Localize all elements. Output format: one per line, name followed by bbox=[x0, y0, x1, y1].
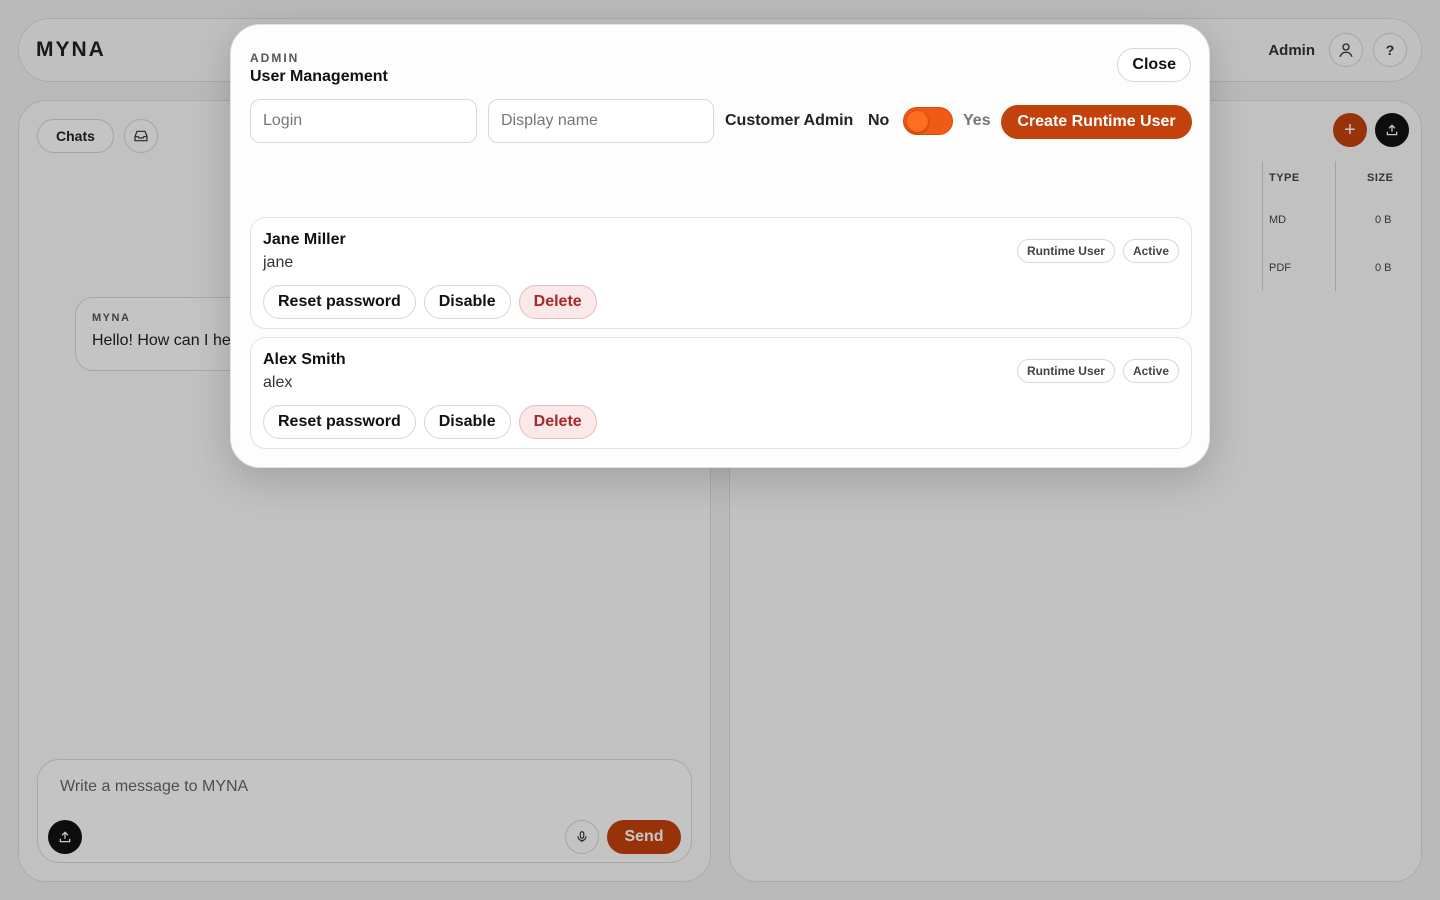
reset-password-button[interactable]: Reset password bbox=[263, 405, 416, 439]
user-badges: Runtime User Active bbox=[1016, 239, 1179, 263]
toggle-knob bbox=[907, 111, 928, 132]
user-display-name: Jane Miller bbox=[263, 231, 346, 248]
toggle-no-label: No bbox=[868, 112, 890, 129]
delete-user-button[interactable]: Delete bbox=[518, 405, 597, 439]
customer-admin-toggle[interactable] bbox=[903, 107, 953, 135]
create-runtime-user-button[interactable]: Create Runtime User bbox=[1001, 105, 1192, 139]
user-display-name: Alex Smith bbox=[263, 351, 346, 368]
create-user-form: Customer Admin No Yes Create Runtime Use… bbox=[250, 99, 1192, 143]
user-actions: Reset password Disable Delete bbox=[263, 285, 597, 319]
login-field[interactable] bbox=[250, 99, 477, 143]
role-badge: Runtime User bbox=[1016, 359, 1115, 383]
status-badge: Active bbox=[1122, 359, 1179, 383]
close-button[interactable]: Close bbox=[1117, 48, 1191, 82]
customer-admin-label: Customer Admin bbox=[725, 112, 854, 129]
reset-password-button[interactable]: Reset password bbox=[263, 285, 416, 319]
user-card: Jane Miller jane Runtime User Active Res… bbox=[250, 217, 1192, 329]
disable-user-button[interactable]: Disable bbox=[423, 285, 511, 319]
user-login: alex bbox=[263, 374, 293, 391]
status-badge: Active bbox=[1122, 239, 1179, 263]
user-management-dialog: ADMIN User Management Close Customer Adm… bbox=[230, 24, 1210, 468]
user-card: Alex Smith alex Runtime User Active Rese… bbox=[250, 337, 1192, 449]
role-badge: Runtime User bbox=[1016, 239, 1115, 263]
dialog-kicker: ADMIN bbox=[250, 51, 300, 65]
toggle-yes-label: Yes bbox=[963, 112, 991, 129]
disable-user-button[interactable]: Disable bbox=[423, 405, 511, 439]
delete-user-button[interactable]: Delete bbox=[518, 285, 597, 319]
user-actions: Reset password Disable Delete bbox=[263, 405, 597, 439]
display-name-field[interactable] bbox=[488, 99, 714, 143]
user-login: jane bbox=[263, 254, 294, 271]
dialog-title: User Management bbox=[250, 68, 388, 85]
user-badges: Runtime User Active bbox=[1016, 359, 1179, 383]
